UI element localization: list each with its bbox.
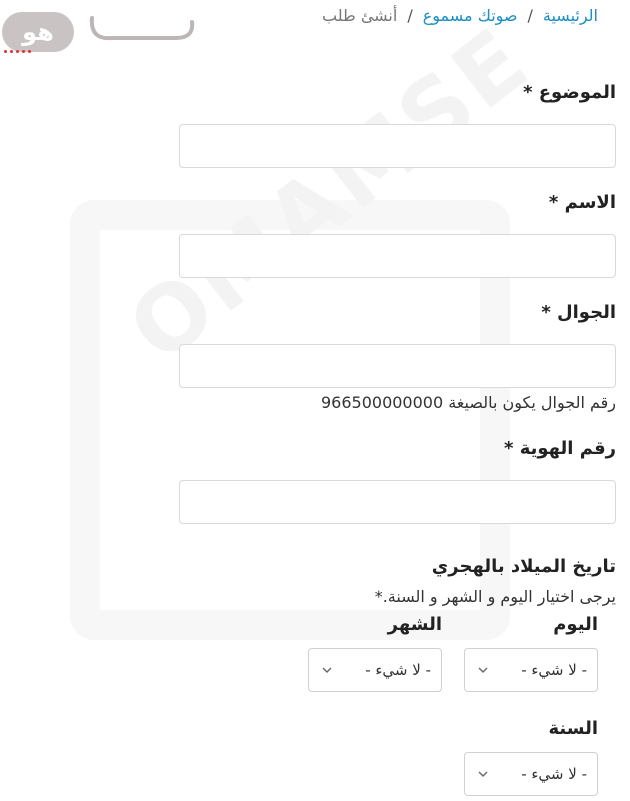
request-form: الموضوع * الاسم * الجوال * رقم الجوال يك… [176,82,616,606]
chevron-down-icon [321,664,333,676]
logo-badge: هو [2,12,74,52]
month-select[interactable]: - لا شيء - [308,648,442,692]
logo-text: هو [22,18,54,46]
breadcrumb-separator: / [407,6,413,25]
logo-dots-icon [4,50,44,56]
mobile-help-text: رقم الجوال يكون بالصيغة 966500000000 [320,393,616,412]
breadcrumb-section-link[interactable]: صوتك مسموع [423,6,518,25]
chevron-down-icon [477,664,489,676]
chevron-down-icon [477,768,489,780]
site-logo[interactable]: هو [0,0,200,62]
name-field: الاسم * [176,192,616,302]
birth-date-note: يرجى اختيار اليوم و الشهر و السنة.* [374,587,616,606]
breadcrumb-current: أنشئ طلب [321,6,398,25]
mobile-input[interactable] [179,344,616,388]
day-selected-value: - لا شيء - [521,661,587,679]
year-label: السنة [548,718,598,739]
year-select[interactable]: - لا شيء - [464,752,598,796]
day-select[interactable]: - لا شيء - [464,648,598,692]
name-label: الاسم * [548,192,616,213]
name-input[interactable] [179,234,616,278]
breadcrumb-separator: / [527,6,533,25]
breadcrumb-home-link[interactable]: الرئيسية [543,6,598,25]
birth-date-title: تاريخ الميلاد بالهجري [431,556,616,577]
logo-calligraphy-icon [89,16,195,41]
month-label: الشهر [387,614,442,635]
breadcrumb: الرئيسية / صوتك مسموع / أنشئ طلب [322,6,598,25]
mobile-field: الجوال * رقم الجوال يكون بالصيغة 9665000… [176,302,616,438]
day-label: اليوم [553,614,598,635]
national-id-input[interactable] [179,480,616,524]
national-id-field: رقم الهوية * [176,438,616,556]
national-id-label: رقم الهوية * [504,438,616,459]
month-selected-value: - لا شيء - [365,661,431,679]
year-selected-value: - لا شيء - [521,765,587,783]
subject-field: الموضوع * [176,82,616,192]
subject-label: الموضوع * [523,82,616,103]
subject-input[interactable] [179,124,616,168]
birth-date-section: تاريخ الميلاد بالهجري يرجى اختيار اليوم … [176,556,616,606]
mobile-label: الجوال * [541,302,616,323]
